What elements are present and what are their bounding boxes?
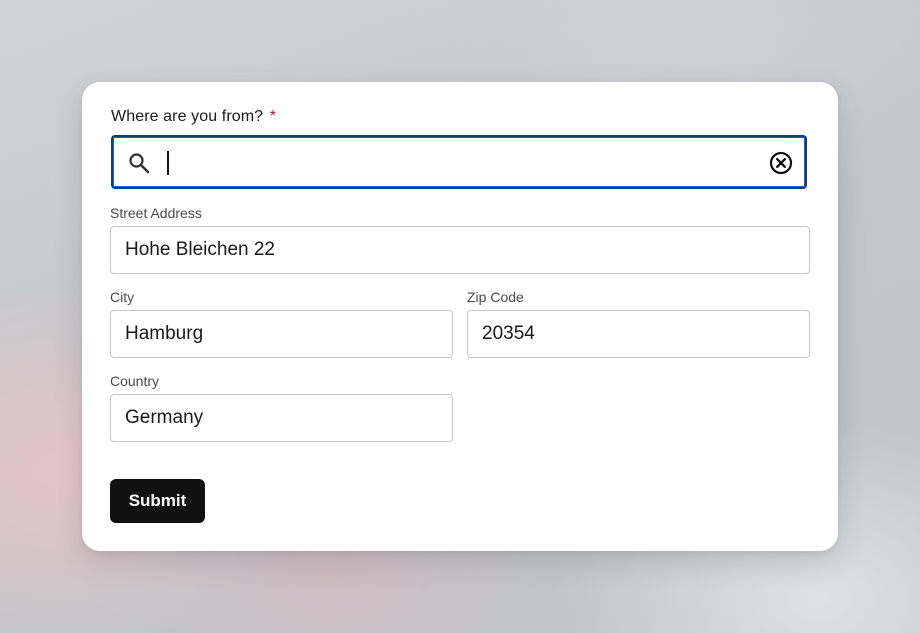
country-field[interactable] xyxy=(110,394,453,442)
street-address-field[interactable] xyxy=(110,226,810,274)
question-label-text: Where are you from? xyxy=(111,108,264,125)
city-field[interactable] xyxy=(110,310,453,358)
search-icon xyxy=(129,153,150,174)
text-caret xyxy=(167,151,169,175)
zip-code-label: Zip Code xyxy=(467,289,524,305)
city-label: City xyxy=(110,289,135,305)
location-search-input[interactable] xyxy=(171,147,751,179)
country-label: Country xyxy=(110,373,160,389)
required-marker: * xyxy=(269,108,277,125)
zip-code-field[interactable] xyxy=(467,310,810,358)
location-question-label: Where are you from? * xyxy=(111,108,276,126)
submit-button[interactable]: Submit xyxy=(110,479,205,523)
address-form-card: Where are you from? * Street Address Cit… xyxy=(82,82,838,551)
clear-icon[interactable] xyxy=(769,151,793,175)
location-search-field[interactable] xyxy=(111,135,807,189)
street-address-label: Street Address xyxy=(110,205,202,221)
